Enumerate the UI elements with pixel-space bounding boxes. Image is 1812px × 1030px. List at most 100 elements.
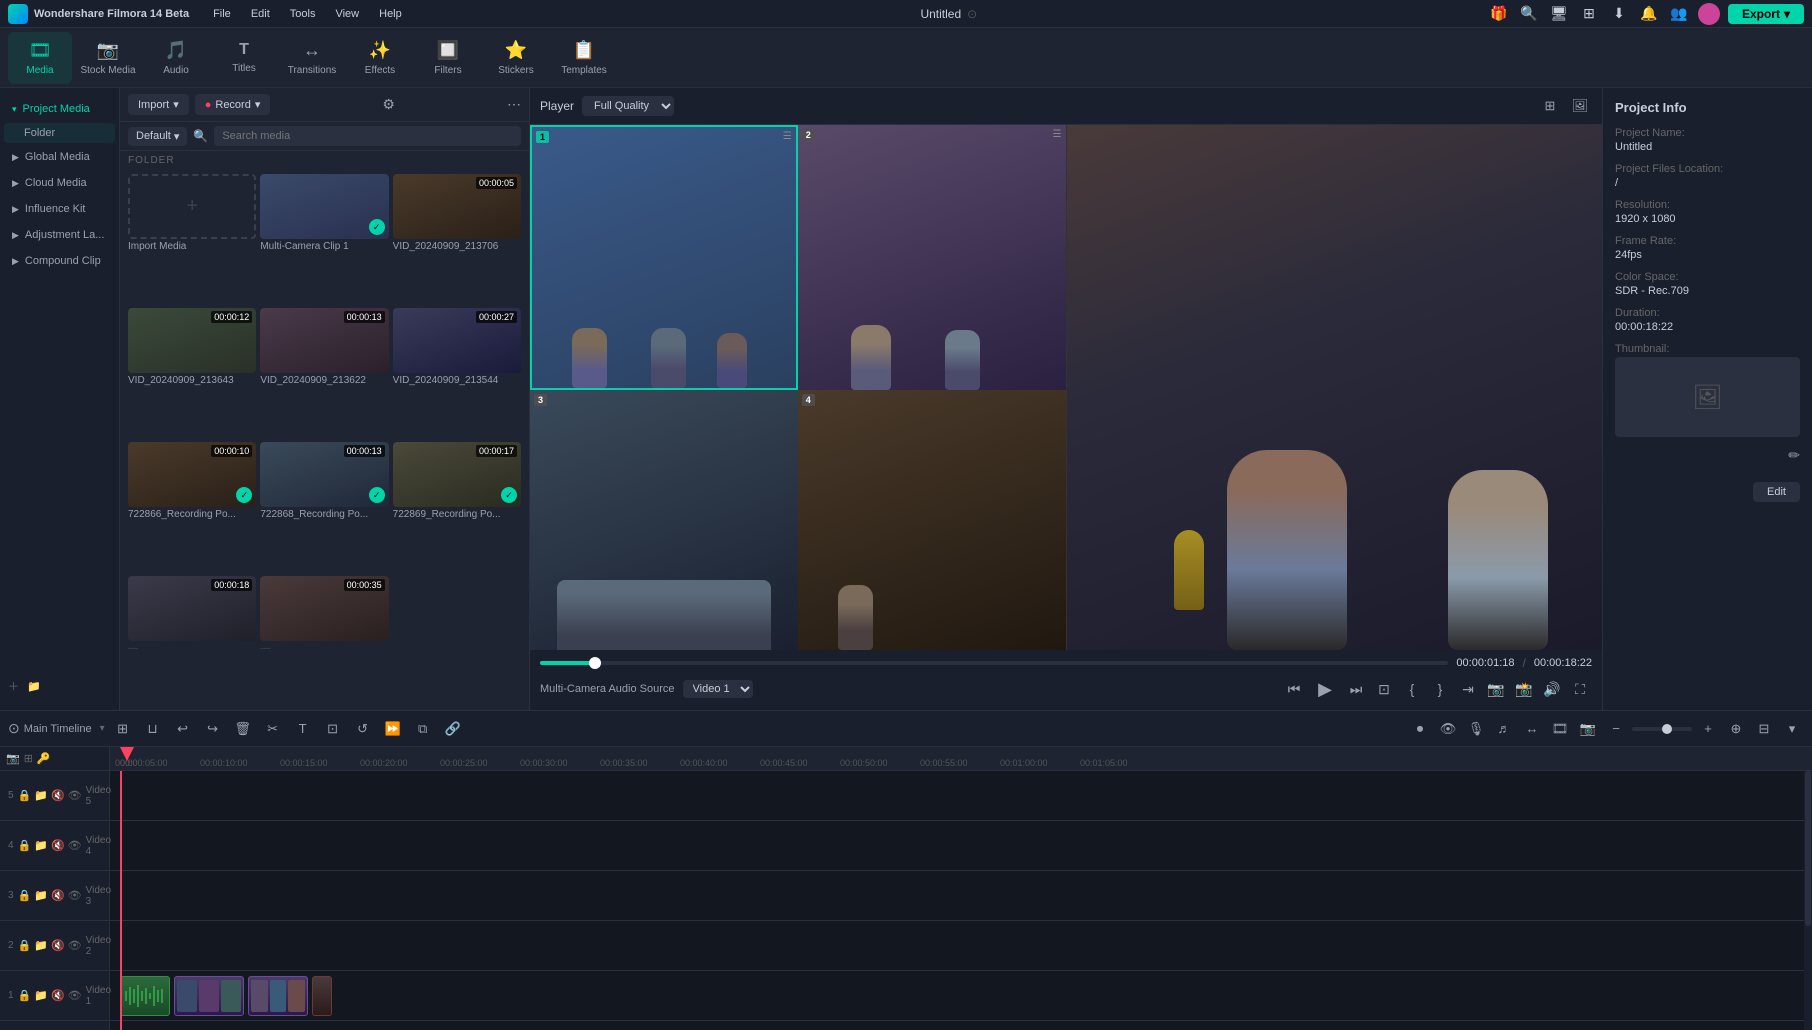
tl-speed-icon[interactable]: ⏩ <box>381 717 405 741</box>
track-row-5[interactable] <box>110 771 1812 821</box>
track-3-audio-icon[interactable]: 🔇 <box>51 889 65 902</box>
progress-bar[interactable] <box>540 661 1448 665</box>
volume-button[interactable]: 🔊 <box>1540 677 1564 701</box>
tl-transition-icon[interactable]: ↔ <box>1520 717 1544 741</box>
tl-redo-icon[interactable]: ↪ <box>201 717 225 741</box>
tl-zoom-in-icon[interactable]: + <box>1696 717 1720 741</box>
clip-multicam-2[interactable] <box>248 976 308 1016</box>
track-2-audio-icon[interactable]: 🔇 <box>51 939 65 952</box>
play-button[interactable]: ▶ <box>1310 674 1340 704</box>
tl-more-icon[interactable]: ▾ <box>1780 717 1804 741</box>
tl-link-icon[interactable]: 🔗 <box>441 717 465 741</box>
track-4-audio-icon[interactable]: 🔇 <box>51 839 65 852</box>
fullscreen-button[interactable]: ⛶ <box>1568 677 1592 701</box>
track-5-eye-icon[interactable]: 👁 <box>68 789 82 802</box>
track-4-lock-icon[interactable]: 🔒 <box>18 839 32 852</box>
track-2-folder-icon[interactable]: 📁 <box>34 939 48 952</box>
track-4-eye-icon[interactable]: 👁 <box>68 839 82 852</box>
track-row-2[interactable] <box>110 921 1812 971</box>
more-options-icon[interactable]: ⋯ <box>507 96 521 113</box>
tl-record-cam-icon[interactable]: ⏺ <box>1408 717 1432 741</box>
toolbar-media[interactable]: 🎞 Media <box>8 32 72 84</box>
bell-icon[interactable]: 🔔 <box>1638 3 1660 25</box>
tl-cam-icon[interactable]: 📷 <box>6 752 20 765</box>
crop-button[interactable]: ⊡ <box>1372 677 1396 701</box>
track-row-1[interactable] <box>110 971 1812 1021</box>
track-5-lock-icon[interactable]: 🔒 <box>18 789 32 802</box>
timeline-scrollbar[interactable] <box>1804 771 1812 1030</box>
zoom-slider[interactable] <box>1632 727 1692 731</box>
import-button[interactable]: Import ▾ <box>128 94 189 115</box>
tl-keyframe-icon[interactable]: 🔑 <box>37 752 51 765</box>
toolbar-templates[interactable]: 📋 Templates <box>552 32 616 84</box>
tl-undo-icon[interactable]: ↩ <box>171 717 195 741</box>
track-1-eye-icon[interactable]: 👁 <box>68 989 82 1002</box>
clip-multicam-1[interactable] <box>174 976 244 1016</box>
menu-tools[interactable]: Tools <box>282 6 324 22</box>
camera-button[interactable]: 📷 <box>1484 677 1508 701</box>
timeline-mode-icon[interactable]: ⊙ <box>8 720 20 737</box>
tl-multicam-icon[interactable]: ⊞ <box>24 752 33 765</box>
user-avatar[interactable] <box>1698 3 1720 25</box>
timeline-expand-icon[interactable]: ▾ <box>100 723 105 734</box>
snapshot-button[interactable]: 📸 <box>1512 677 1536 701</box>
menu-help[interactable]: Help <box>371 6 410 22</box>
track-3-folder-icon[interactable]: 📁 <box>34 889 48 902</box>
tl-layout-icon[interactable]: ⊟ <box>1752 717 1776 741</box>
sidebar-item-cloud-media[interactable]: ▶ Cloud Media <box>4 171 115 195</box>
toolbar-titles[interactable]: T Titles <box>212 32 276 84</box>
tl-grid-icon[interactable]: ⊞ <box>111 717 135 741</box>
cam-cell-2[interactable]: 2 ☰ <box>798 125 1066 390</box>
tl-snapshot-icon[interactable]: 📷 <box>1576 717 1600 741</box>
cam-cell-4[interactable]: 4 <box>798 390 1066 651</box>
track-3-lock-icon[interactable]: 🔒 <box>18 889 32 902</box>
toolbar-stock-media[interactable]: 📷 Stock Media <box>76 32 140 84</box>
track-1-folder-icon[interactable]: 📁 <box>34 989 48 1002</box>
tl-mic-icon[interactable]: 🎙 <box>1464 717 1488 741</box>
list-item[interactable]: 00:00:13 VID_20240909_213622 <box>260 308 388 438</box>
track-3-eye-icon[interactable]: 👁 <box>68 889 82 902</box>
users-icon[interactable]: 👥 <box>1668 3 1690 25</box>
toolbar-effects[interactable]: ✨ Effects <box>348 32 412 84</box>
sidebar-item-adjustment[interactable]: ▶ Adjustment La... <box>4 223 115 247</box>
grid-view-icon[interactable]: ⊞ <box>1538 94 1562 118</box>
step-forward-button[interactable]: ⏭ <box>1344 677 1368 701</box>
list-item[interactable]: 00:00:05 VID_20240909_213706 <box>393 174 521 304</box>
import-media-thumb[interactable]: + <box>128 174 256 239</box>
tl-rotate-icon[interactable]: ↺ <box>351 717 375 741</box>
sidebar-folder[interactable]: Folder <box>4 123 115 143</box>
sync-button[interactable]: ⇥ <box>1456 677 1480 701</box>
list-item[interactable]: 00:00:35 — <box>260 576 388 706</box>
record-button[interactable]: ● Record ▾ <box>195 94 271 115</box>
toolbar-stickers[interactable]: ⭐ Stickers <box>484 32 548 84</box>
sidebar-item-compound[interactable]: ▶ Compound Clip <box>4 249 115 273</box>
toolbar-filters[interactable]: 🔲 Filters <box>416 32 480 84</box>
export-button[interactable]: Export ▾ <box>1728 4 1804 24</box>
clip-audio[interactable] <box>120 976 170 1016</box>
audio-source-select[interactable]: Video 1 <box>683 680 753 698</box>
sidebar-item-project-media[interactable]: ▾ Project Media <box>4 97 115 121</box>
image-view-icon[interactable]: 🖼 <box>1568 94 1592 118</box>
track-1-audio-icon[interactable]: 🔇 <box>51 989 65 1002</box>
search-icon[interactable]: 🔍 <box>1518 3 1540 25</box>
mark-out-button[interactable]: } <box>1428 677 1452 701</box>
sidebar-folder-icon[interactable]: 📁 <box>27 680 41 693</box>
list-item[interactable]: + Import Media <box>128 174 256 304</box>
list-item[interactable]: 00:00:10 ✓ 722866_Recording Po... <box>128 442 256 572</box>
sidebar-item-influence-kit[interactable]: ▶ Influence Kit <box>4 197 115 221</box>
cam-cell-3[interactable]: 3 <box>530 390 798 651</box>
download-icon[interactable]: ⬇ <box>1608 3 1630 25</box>
scrollbar-thumb[interactable] <box>1805 771 1811 926</box>
sidebar-item-global-media[interactable]: ▶ Global Media <box>4 145 115 169</box>
tl-audio-track-icon[interactable]: ♬ <box>1492 717 1516 741</box>
tl-copy-icon[interactable]: ⧉ <box>411 717 435 741</box>
list-item[interactable]: ✓ Multi-Camera Clip 1 <box>260 174 388 304</box>
menu-view[interactable]: View <box>327 6 367 22</box>
track-2-lock-icon[interactable]: 🔒 <box>18 939 32 952</box>
toolbar-transitions[interactable]: ↔ Transitions <box>280 32 344 84</box>
quality-select[interactable]: Full Quality <box>582 96 674 116</box>
menu-edit[interactable]: Edit <box>243 6 278 22</box>
mark-in-button[interactable]: { <box>1400 677 1424 701</box>
track-2-eye-icon[interactable]: 👁 <box>68 939 82 952</box>
list-item[interactable]: 00:00:12 VID_20240909_213643 <box>128 308 256 438</box>
